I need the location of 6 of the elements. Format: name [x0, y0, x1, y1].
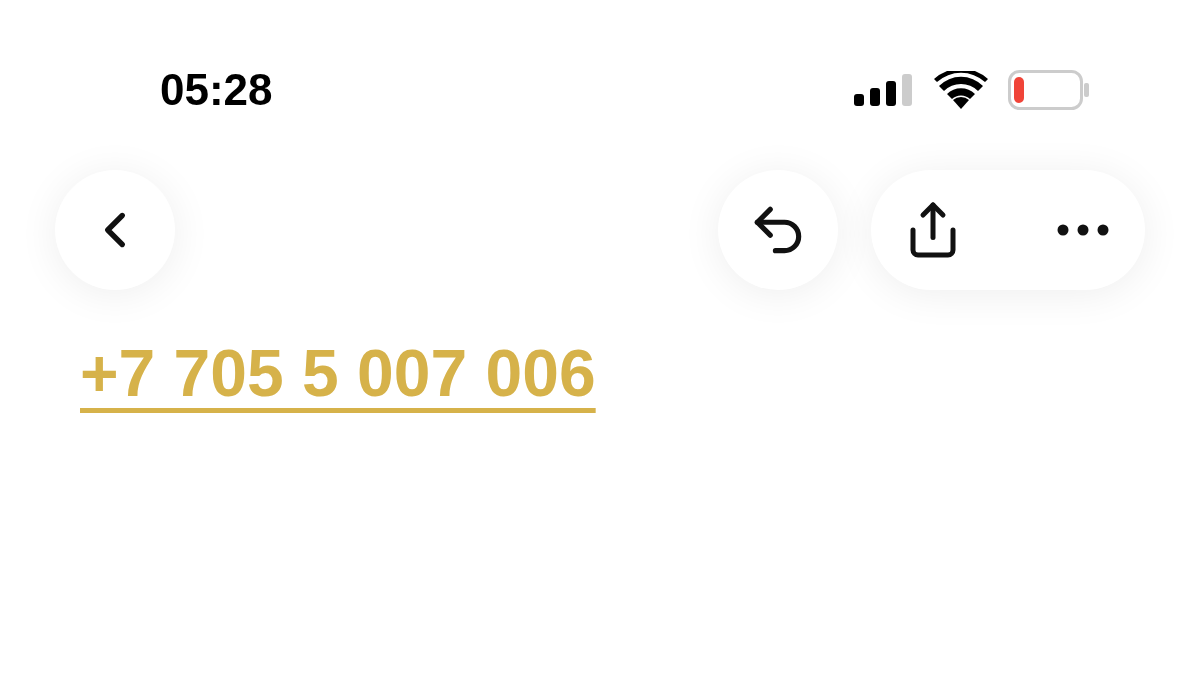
signal-icon [854, 74, 914, 106]
status-time: 05:28 [160, 68, 273, 112]
phone-link[interactable]: +7 705 5 007 006 [80, 336, 596, 410]
wifi-icon [934, 71, 988, 109]
battery-icon [1008, 70, 1090, 110]
more-icon [1057, 224, 1109, 236]
